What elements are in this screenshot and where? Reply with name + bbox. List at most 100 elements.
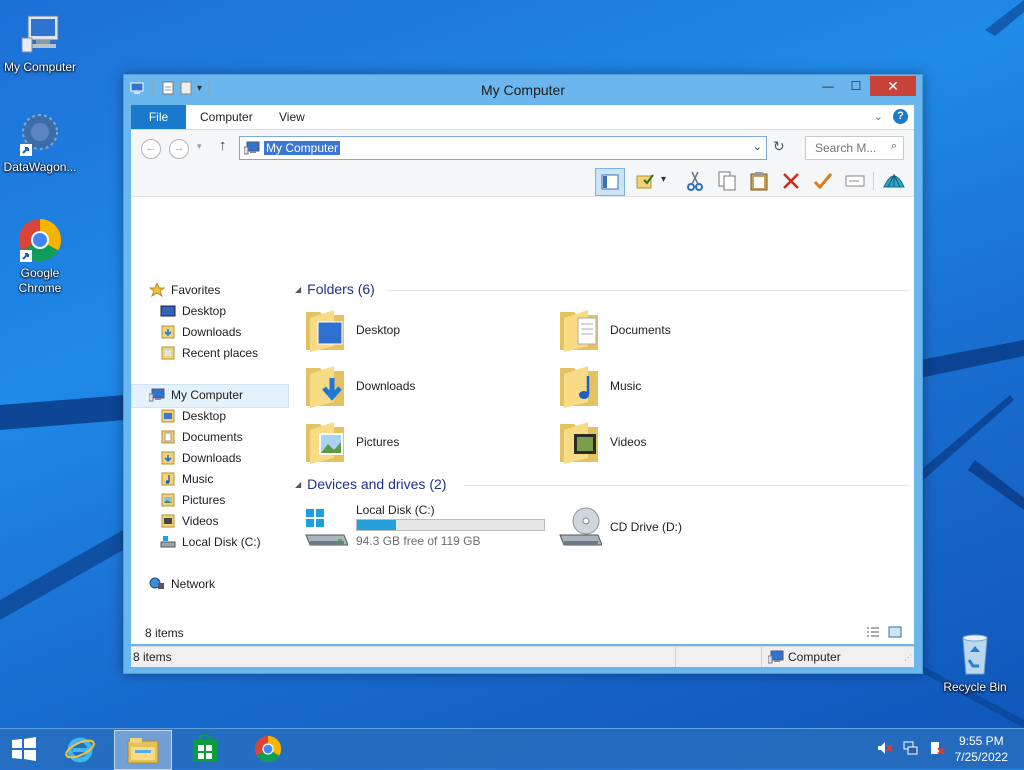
desktop-icon-datawagon[interactable]: DataWagon... bbox=[0, 110, 80, 175]
folder-item-downloads[interactable]: Downloads bbox=[304, 362, 534, 412]
explorer-shell-button[interactable] bbox=[883, 170, 905, 192]
maximize-button[interactable]: ☐ bbox=[842, 76, 870, 96]
folder-item-documents[interactable]: Documents bbox=[558, 306, 788, 356]
pictures-folder-icon bbox=[160, 493, 176, 507]
tab-view[interactable]: View bbox=[279, 105, 305, 129]
drive-item-cd-drive[interactable]: CD Drive (D:) bbox=[558, 503, 788, 553]
clock[interactable]: 9:55 PM 7/25/2022 bbox=[955, 733, 1008, 765]
folder-item-pictures[interactable]: Pictures bbox=[304, 418, 534, 468]
search-icon[interactable]: ⌕ bbox=[891, 140, 897, 153]
chrome-icon bbox=[254, 735, 282, 763]
tab-computer[interactable]: Computer bbox=[200, 105, 253, 129]
taskbar-file-explorer[interactable] bbox=[114, 730, 172, 770]
sidebar-item-favorites-downloads[interactable]: Downloads bbox=[160, 323, 241, 341]
chevron-down-icon[interactable]: ▾ bbox=[661, 174, 666, 185]
videos-folder-icon bbox=[160, 514, 176, 528]
group-divider bbox=[388, 290, 908, 291]
paste-button[interactable] bbox=[748, 170, 770, 192]
disk-usage-bar bbox=[356, 519, 545, 531]
folders-group-header[interactable]: ◢ Folders (6) bbox=[295, 281, 375, 297]
sidebar-item-pictures[interactable]: Pictures bbox=[160, 491, 225, 509]
separator bbox=[761, 647, 762, 667]
help-icon[interactable]: ? bbox=[893, 109, 908, 124]
desktop-icon-my-computer[interactable]: My Computer bbox=[0, 10, 80, 75]
clipboard-icon bbox=[750, 172, 768, 191]
status-bar: 8 items bbox=[131, 623, 914, 643]
star-icon bbox=[148, 281, 166, 298]
local-disk-icon bbox=[160, 535, 176, 549]
folder-item-videos[interactable]: Videos bbox=[558, 418, 788, 468]
sidebar-item-downloads[interactable]: Downloads bbox=[160, 449, 241, 467]
apply-button[interactable] bbox=[812, 170, 834, 192]
large-icons-view-icon[interactable] bbox=[888, 626, 902, 641]
network-icon[interactable] bbox=[903, 740, 919, 759]
tab-file[interactable]: File bbox=[131, 105, 186, 129]
sidebar-item-favorites[interactable]: Favorites bbox=[148, 281, 221, 299]
recent-locations-icon[interactable]: ▾ bbox=[197, 141, 202, 152]
sidebar-item-documents[interactable]: Documents bbox=[160, 428, 243, 446]
drives-group-header[interactable]: ◢ Devices and drives (2) bbox=[295, 476, 446, 492]
explorer-window[interactable]: ▾ My Computer — ☐ ✕ File Computer View ⌄… bbox=[123, 74, 923, 674]
desktop-icon-label: Google Chrome bbox=[18, 266, 62, 295]
sidebar-item-label: Documents bbox=[182, 430, 243, 444]
desktop-folder-icon bbox=[160, 409, 176, 423]
refresh-icon[interactable]: ↻ bbox=[773, 138, 785, 155]
address-text[interactable]: My Computer bbox=[264, 141, 341, 155]
collapse-icon[interactable]: ◢ bbox=[295, 480, 301, 489]
sidebar-item-favorites-recent-places[interactable]: Recent places bbox=[160, 344, 258, 362]
minimize-button[interactable]: — bbox=[814, 76, 842, 96]
search-box[interactable]: ⌕ bbox=[805, 136, 904, 160]
folder-item-desktop[interactable]: Desktop bbox=[304, 306, 534, 356]
desktop-icon-google-chrome[interactable]: Google Chrome bbox=[0, 216, 80, 296]
ribbon-tabs: File Computer View ⌄ ? bbox=[131, 105, 914, 130]
sidebar-item-network[interactable]: Network bbox=[149, 575, 215, 593]
sidebar-item-local-disk[interactable]: Local Disk (C:) bbox=[160, 533, 261, 551]
sidebar-item-desktop[interactable]: Desktop bbox=[160, 407, 226, 425]
group-title: Folders (6) bbox=[307, 281, 375, 297]
resize-grip-icon[interactable]: ⋰ bbox=[904, 653, 912, 662]
taskbar-internet-explorer[interactable] bbox=[52, 730, 108, 768]
up-button[interactable]: ↑ bbox=[219, 137, 227, 154]
close-button[interactable]: ✕ bbox=[870, 76, 916, 96]
sidebar-item-label: Favorites bbox=[171, 283, 221, 297]
sidebar-item-label: Network bbox=[171, 577, 216, 591]
drive-item-local-disk[interactable]: Local Disk (C:) 94.3 GB free of 119 GB bbox=[304, 503, 554, 553]
recycle-bin-icon bbox=[951, 630, 999, 678]
copy-button[interactable] bbox=[716, 170, 738, 192]
pane-icon bbox=[601, 174, 619, 190]
folder-item-music[interactable]: Music bbox=[558, 362, 788, 412]
details-view-icon[interactable] bbox=[866, 626, 880, 641]
volume-muted-icon[interactable] bbox=[877, 740, 893, 759]
datawagon-icon bbox=[16, 110, 64, 158]
start-button[interactable] bbox=[0, 730, 48, 768]
desktop-icon-recycle-bin[interactable]: Recycle Bin bbox=[935, 630, 1015, 695]
sidebar-item-favorites-desktop[interactable]: Desktop bbox=[160, 302, 226, 320]
sidebar-item-label: Local Disk (C:) bbox=[182, 535, 261, 549]
desktop-icon bbox=[160, 304, 176, 318]
chevron-down-icon[interactable]: ⌄ bbox=[753, 140, 762, 153]
recent-places-icon bbox=[160, 346, 176, 360]
sidebar-item-music[interactable]: Music bbox=[160, 470, 213, 488]
sidebar-item-videos[interactable]: Videos bbox=[160, 512, 218, 530]
delete-button[interactable] bbox=[780, 170, 802, 192]
chevron-down-icon[interactable]: ⌄ bbox=[874, 110, 883, 123]
taskbar-google-chrome[interactable] bbox=[240, 730, 296, 768]
sidebar-item-my-computer[interactable]: My Computer bbox=[148, 386, 243, 404]
sidebar-item-label: Downloads bbox=[182, 325, 242, 339]
downloads-folder-icon bbox=[160, 325, 176, 339]
folder-options-button[interactable] bbox=[634, 170, 656, 192]
rename-button[interactable] bbox=[844, 170, 866, 192]
preview-pane-button[interactable] bbox=[595, 168, 625, 196]
title-bar[interactable]: ▾ My Computer — ☐ ✕ bbox=[124, 75, 922, 105]
cut-button[interactable] bbox=[684, 170, 706, 192]
collapse-icon[interactable]: ◢ bbox=[295, 285, 301, 294]
action-center-icon[interactable] bbox=[929, 740, 945, 759]
back-button[interactable]: ← bbox=[141, 139, 161, 159]
forward-button[interactable]: → bbox=[169, 139, 189, 159]
folder-name: Desktop bbox=[356, 323, 401, 337]
taskbar-store[interactable] bbox=[177, 730, 233, 768]
address-bar[interactable]: My Computer ⌄ bbox=[239, 136, 767, 160]
ribbon-right: ⌄ ? bbox=[874, 109, 908, 124]
folder-name: Music bbox=[610, 379, 642, 393]
search-input[interactable] bbox=[813, 140, 887, 156]
